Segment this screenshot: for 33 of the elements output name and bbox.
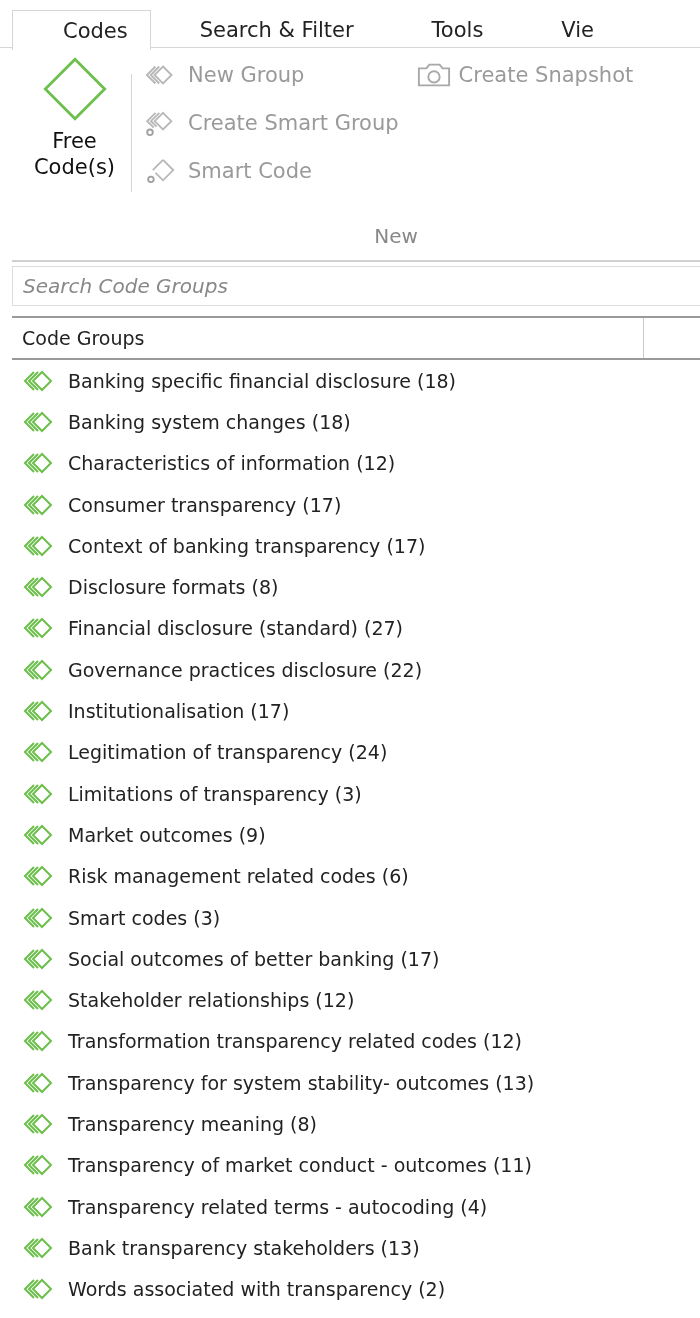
code-group-item[interactable]: Disclosure formats (8) <box>12 566 700 608</box>
ribbon-tab[interactable]: Search & Filter <box>150 10 383 49</box>
code-group-item[interactable]: Institutionalisation (17) <box>12 690 700 732</box>
code-group-item[interactable]: Governance practices disclosure (22) <box>12 649 700 691</box>
code-group-item[interactable]: Stakeholder relationships (12) <box>12 979 700 1021</box>
code-group-item[interactable]: Financial disclosure (standard) (27) <box>12 607 700 650</box>
code-group-item[interactable]: Words associated with transparency (2) <box>12 1268 700 1310</box>
code-group-item[interactable]: Smart codes (3) <box>12 896 700 939</box>
code-group-item[interactable]: Banking specific financial disclosure (18) <box>12 360 700 402</box>
code-group-item[interactable]: Consumer transparency (17) <box>12 483 700 526</box>
code-group-item[interactable]: Limitations of transparency (3) <box>12 772 700 815</box>
code-group-item[interactable]: Transparency related terms - autocoding (4) <box>12 1185 700 1228</box>
code-group-item[interactable]: Transparency for system stability- outcomes (13) <box>12 1062 700 1104</box>
code-group-item[interactable]: Risk management related codes (6) <box>12 855 700 897</box>
code-group-item[interactable]: Transparency of market conduct - outcomes (11) <box>12 1144 700 1186</box>
code-group-item[interactable]: Market outcomes (9) <box>12 814 700 856</box>
code-group-item[interactable]: Social outcomes of better banking (17) <box>12 938 700 980</box>
code-group-item[interactable]: Characteristics of information (12) <box>12 442 700 484</box>
code-group-item[interactable]: Bank transparency stakeholders (13) <box>12 1227 700 1269</box>
camera-icon <box>416 62 451 88</box>
group-label: New <box>374 224 418 248</box>
free-codes-button[interactable]: Free Code(s) <box>12 56 137 224</box>
code-group-item[interactable]: Transformation transparency related codes (12) <box>12 1020 700 1063</box>
code-group-item[interactable]: Transparency meaning (8) <box>12 1103 700 1145</box>
code-group-item[interactable]: Legitimation of transparency (24) <box>12 731 700 773</box>
code-group-item[interactable]: Context of banking transparency (17) <box>12 525 700 567</box>
column-header[interactable]: Code Groups <box>12 318 644 358</box>
code-group-item[interactable]: Banking system changes (18) <box>12 401 700 443</box>
ribbon-tab[interactable]: Tools <box>382 10 513 49</box>
ribbon-tab[interactable]: Vie <box>512 10 623 49</box>
search-field[interactable]: Search Code Groups <box>12 266 700 306</box>
ribbon-tab[interactable]: Codes <box>12 10 151 50</box>
diamond-icon <box>41 56 108 122</box>
